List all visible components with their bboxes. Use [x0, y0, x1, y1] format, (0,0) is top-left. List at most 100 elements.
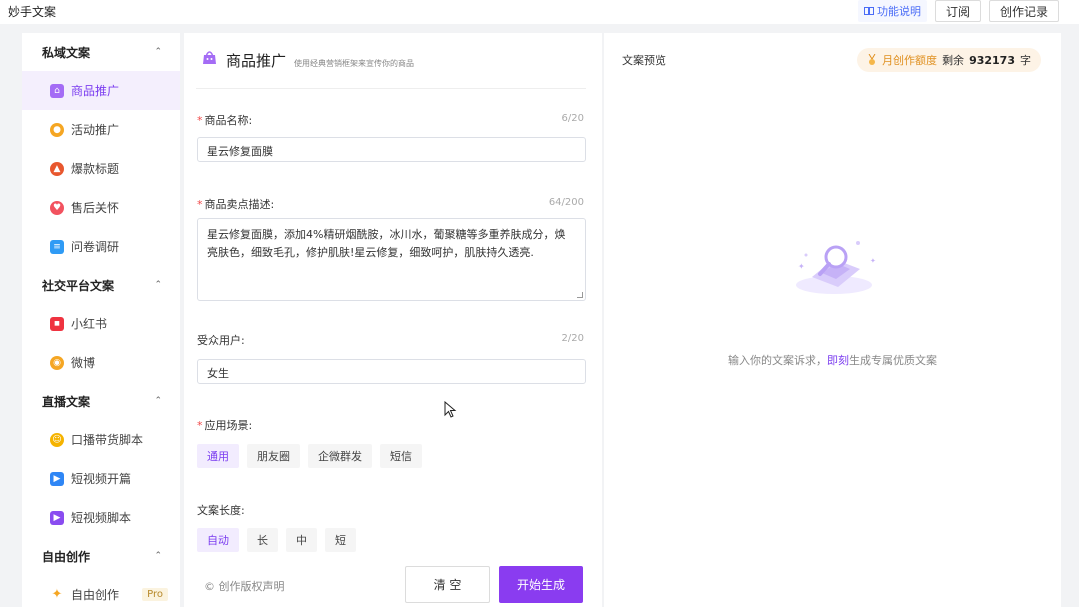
form-header: 商品推广 使用经典营销框架来宣传你的商品 [201, 49, 414, 71]
function-guide-label: 功能说明 [876, 5, 921, 18]
top-actions: 功能说明 订阅 创作记录 [857, 0, 1059, 22]
quota-label: 月创作额度 [882, 54, 938, 67]
quota-prefix: 剩余 [942, 54, 965, 67]
sidebar-group-live[interactable]: 直播文案 ⌃ [22, 382, 180, 420]
scene-label-text: 应用场景: [204, 419, 253, 432]
sidebar-item-label: 爆款标题 [71, 162, 120, 176]
bag-icon [203, 51, 216, 64]
svg-text:✦: ✦ [798, 262, 805, 271]
preview-title: 文案预览 [622, 54, 666, 67]
function-guide-button[interactable]: 功能说明 [857, 0, 927, 22]
chevron-up-icon: ⌃ [154, 396, 162, 406]
mouse-cursor-icon [444, 401, 457, 418]
length-option-long[interactable]: 长 [247, 528, 278, 552]
history-button[interactable]: 创作记录 [988, 0, 1059, 22]
sidebar-item-event-promo[interactable]: ● 活动推广 [22, 110, 180, 149]
required-mark: * [197, 419, 203, 432]
sidebar-group-title: 直播文案 [42, 394, 91, 409]
sidebar-item-survey[interactable]: ≡ 问卷调研 [22, 227, 180, 266]
sidebar-group-private[interactable]: 私域文案 ⌃ [22, 33, 180, 71]
product-name-label: * 商品名称: [197, 112, 252, 128]
scene-label: * 应用场景: [197, 417, 252, 433]
top-bar: 妙手文案 功能说明 订阅 创作记录 [0, 0, 1079, 24]
scene-options: 通用 朋友圈 企微群发 短信 [197, 444, 422, 468]
app-title: 妙手文案 [8, 5, 57, 19]
copyright-link[interactable]: © 创作版权声明 [204, 578, 285, 594]
svg-text:✦: ✦ [870, 257, 876, 265]
empty-hint-post: 生成专属优质文案 [849, 354, 937, 367]
empty-search-illustration: ✦ ✦ [796, 241, 876, 294]
sidebar: 私域文案 ⌃ ⌂ 商品推广 ● 活动推广 ▲ 爆款标题 ♥ 售后关怀 ≡ 问卷调… [22, 33, 180, 607]
sidebar-group-free[interactable]: 自由创作 ⌃ [22, 537, 180, 575]
sidebar-item-weibo[interactable]: ◉ 微博 [22, 343, 180, 382]
audience-label: 受众用户: [197, 334, 245, 347]
product-name-input[interactable]: 星云修复面膜 [197, 137, 586, 162]
medal-icon [868, 54, 876, 65]
fire-icon: ▲ [50, 161, 64, 176]
product-name-label-text: 商品名称: [204, 114, 253, 127]
sidebar-item-label: 售后关怀 [71, 201, 120, 215]
sidebar-item-label: 自由创作 [71, 588, 120, 602]
audience-input[interactable]: 女生 [197, 359, 586, 384]
scene-option-wecom[interactable]: 企微群发 [308, 444, 372, 468]
sidebar-group-title: 私域文案 [42, 45, 91, 60]
form-panel: 商品推广 使用经典营销框架来宣传你的商品 * 商品名称: 6/20 星云修复面膜 … [184, 33, 602, 607]
sidebar-item-label: 微博 [71, 356, 96, 370]
target-icon: ● [50, 122, 64, 137]
sidebar-item-label: 活动推广 [71, 123, 120, 137]
scene-option-sms[interactable]: 短信 [380, 444, 422, 468]
chevron-up-icon: ⌃ [154, 280, 162, 290]
sidebar-item-label: 短视频开篇 [71, 472, 132, 486]
xiaohongshu-icon: ■ [50, 316, 64, 331]
product-desc-label-text: 商品卖点描述: [204, 198, 275, 211]
product-desc-count: 64/200 [548, 197, 584, 208]
smile-icon: ☺ [50, 432, 64, 447]
video-icon: ▶ [50, 471, 64, 486]
chevron-up-icon: ⌃ [154, 47, 162, 57]
sidebar-item-product-promo[interactable]: ⌂ 商品推广 [22, 71, 180, 110]
required-mark: * [197, 114, 203, 127]
length-option-short[interactable]: 短 [325, 528, 356, 552]
quota-badge: 月创作额度 剩余 932173 字 [857, 48, 1041, 72]
sidebar-item-label: 问卷调研 [71, 240, 120, 254]
document-icon: ≡ [50, 239, 64, 254]
empty-hint-pre: 输入你的文案诉求， [728, 354, 827, 367]
sidebar-group-social[interactable]: 社交平台文案 ⌃ [22, 266, 180, 304]
required-mark: * [197, 198, 203, 211]
sidebar-item-free-create[interactable]: ✦ 自由创作 Pro [22, 575, 180, 607]
empty-hint: 输入你的文案诉求，即刻生成专属优质文案 [604, 352, 1061, 368]
audience-count: 2/20 [561, 333, 584, 344]
length-label: 文案长度: [197, 504, 245, 517]
quota-value: 932173 [969, 53, 1015, 67]
weibo-icon: ◉ [50, 355, 64, 370]
subscribe-button[interactable]: 订阅 [934, 0, 981, 22]
scene-option-general[interactable]: 通用 [197, 444, 239, 468]
product-desc-text: 星云修复面膜，添加4%精研烟酰胺，冰川水，葡聚糖等多重养肤成分，焕亮肤色，细致毛… [207, 228, 566, 259]
product-name-count: 6/20 [561, 113, 584, 124]
clear-button[interactable]: 清 空 [405, 566, 490, 603]
bag-icon: ⌂ [50, 83, 64, 98]
length-option-medium[interactable]: 中 [286, 528, 317, 552]
sidebar-item-hot-title[interactable]: ▲ 爆款标题 [22, 149, 180, 188]
sidebar-item-label: 口播带货脚本 [71, 433, 144, 447]
sidebar-item-video-script[interactable]: ▶ 短视频脚本 [22, 498, 180, 537]
quota-unit: 字 [1020, 54, 1031, 67]
product-desc-textarea[interactable]: 星云修复面膜，添加4%精研烟酰胺，冰川水，葡聚糖等多重养肤成分，焕亮肤色，细致毛… [197, 218, 586, 301]
sparkle-icon: ✦ [51, 587, 63, 602]
sidebar-item-aftersale[interactable]: ♥ 售后关怀 [22, 188, 180, 227]
form-subtitle: 使用经典营销框架来宣传你的商品 [294, 59, 415, 68]
sidebar-group-title: 自由创作 [42, 549, 91, 564]
length-option-auto[interactable]: 自动 [197, 528, 239, 552]
heart-icon: ♥ [50, 200, 64, 215]
sidebar-group-title: 社交平台文案 [42, 278, 115, 293]
sidebar-item-xiaohongshu[interactable]: ■ 小红书 [22, 304, 180, 343]
sidebar-item-video-opening[interactable]: ▶ 短视频开篇 [22, 459, 180, 498]
sidebar-item-label: 商品推广 [71, 84, 120, 98]
generate-button[interactable]: 开始生成 [499, 566, 583, 603]
resize-handle[interactable] [577, 292, 583, 298]
pro-badge: Pro [142, 588, 168, 601]
sidebar-item-live-script[interactable]: ☺ 口播带货脚本 [22, 420, 180, 459]
video-icon: ▶ [50, 510, 64, 525]
form-title: 商品推广 [226, 52, 287, 70]
scene-option-moments[interactable]: 朋友圈 [247, 444, 300, 468]
